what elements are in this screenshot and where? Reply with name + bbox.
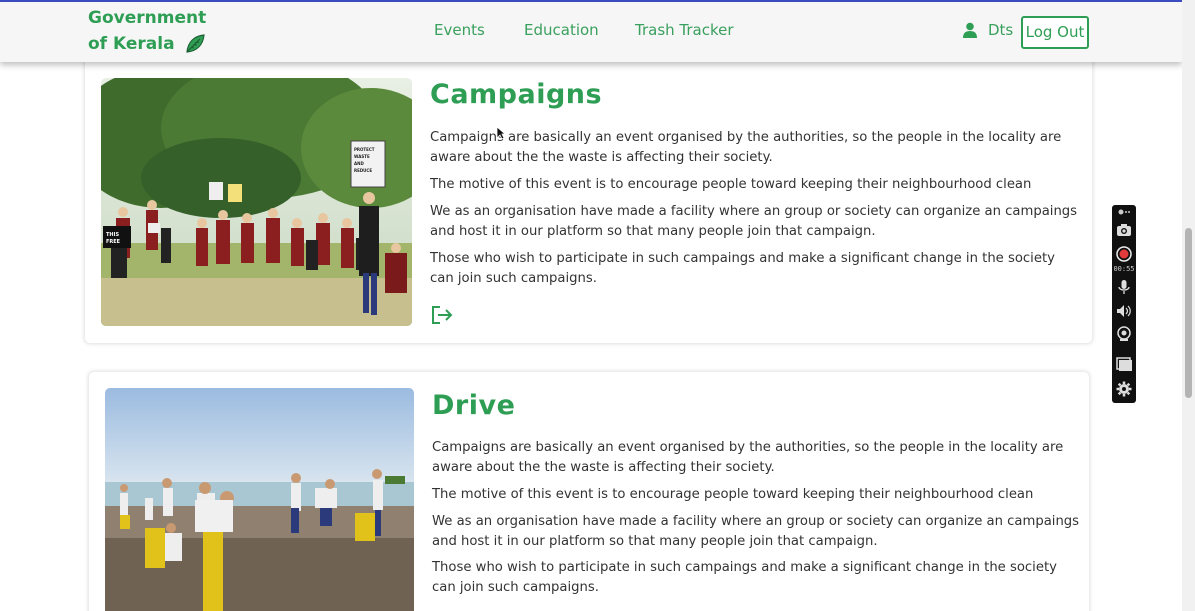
sign-out-arrow-icon[interactable] xyxy=(430,304,454,326)
user-icon xyxy=(963,22,977,38)
brand-logo[interactable]: Government of Kerala xyxy=(88,5,206,57)
logout-button[interactable]: Log Out xyxy=(1021,16,1089,49)
drive-paragraph-1: Campaigns are basically an event organis… xyxy=(432,440,1064,475)
nav-link-trash-tracker[interactable]: Trash Tracker xyxy=(635,21,734,39)
window-icon[interactable] xyxy=(1115,355,1133,373)
svg-text:AND: AND xyxy=(354,161,364,166)
drive-paragraph-2: The motive of this event is to encourage… xyxy=(432,487,1034,502)
mouse-cursor-icon xyxy=(496,126,506,140)
brand-line-2: of Kerala xyxy=(88,34,175,54)
webcam-icon[interactable] xyxy=(1115,325,1133,343)
speaker-icon[interactable] xyxy=(1115,302,1133,320)
svg-text:THIS: THIS xyxy=(106,232,119,238)
user-name: Dts xyxy=(988,21,1014,39)
svg-text:PROTECT: PROTECT xyxy=(354,147,375,152)
nav-link-education[interactable]: Education xyxy=(524,21,599,39)
drive-title: Drive xyxy=(432,390,516,421)
page-scrollbar[interactable] xyxy=(1182,0,1195,611)
campaigns-paragraph-4: Those who wish to participate in such ca… xyxy=(430,251,1055,286)
record-icon[interactable] xyxy=(1115,245,1133,263)
gear-icon[interactable] xyxy=(1115,380,1133,398)
campaigns-paragraph-3: We as an organisation have made a facili… xyxy=(430,204,1078,239)
drive-card: Drive Campaigns are basically an event o… xyxy=(88,371,1090,611)
camera-icon[interactable] xyxy=(1115,221,1133,239)
brand-line-1: Government xyxy=(88,8,207,28)
svg-text:WASTE: WASTE xyxy=(354,154,370,159)
drive-paragraph-3: We as an organisation have made a facili… xyxy=(432,514,1080,549)
drive-photo xyxy=(105,388,414,611)
svg-text:REDUCE: REDUCE xyxy=(354,168,372,173)
svg-text:FREE: FREE xyxy=(106,239,121,245)
screen-recorder-toolbar: 00:55 xyxy=(1112,205,1136,403)
campaigns-card: PROTECT WASTE AND REDUCE THIS FREE Campaig… xyxy=(84,52,1093,344)
nav-link-events[interactable]: Events xyxy=(434,21,485,39)
top-navbar: Government of Kerala Events Education Tr… xyxy=(0,0,1182,62)
campaigns-title: Campaigns xyxy=(430,79,603,110)
leaf-icon xyxy=(186,34,206,53)
drive-paragraph-4: Those who wish to participate in such ca… xyxy=(432,560,1057,595)
page-viewport: Government of Kerala Events Education Tr… xyxy=(0,0,1195,611)
scrollbar-thumb[interactable] xyxy=(1185,228,1192,398)
recording-timer: 00:55 xyxy=(1113,265,1135,273)
campaigns-paragraph-2: The motive of this event is to encourage… xyxy=(430,177,1032,192)
microphone-icon[interactable] xyxy=(1115,278,1133,296)
campaigns-photo: PROTECT WASTE AND REDUCE THIS FREE xyxy=(101,78,412,326)
campaigns-paragraph-1: Campaigns are basically an event organis… xyxy=(430,130,1062,165)
